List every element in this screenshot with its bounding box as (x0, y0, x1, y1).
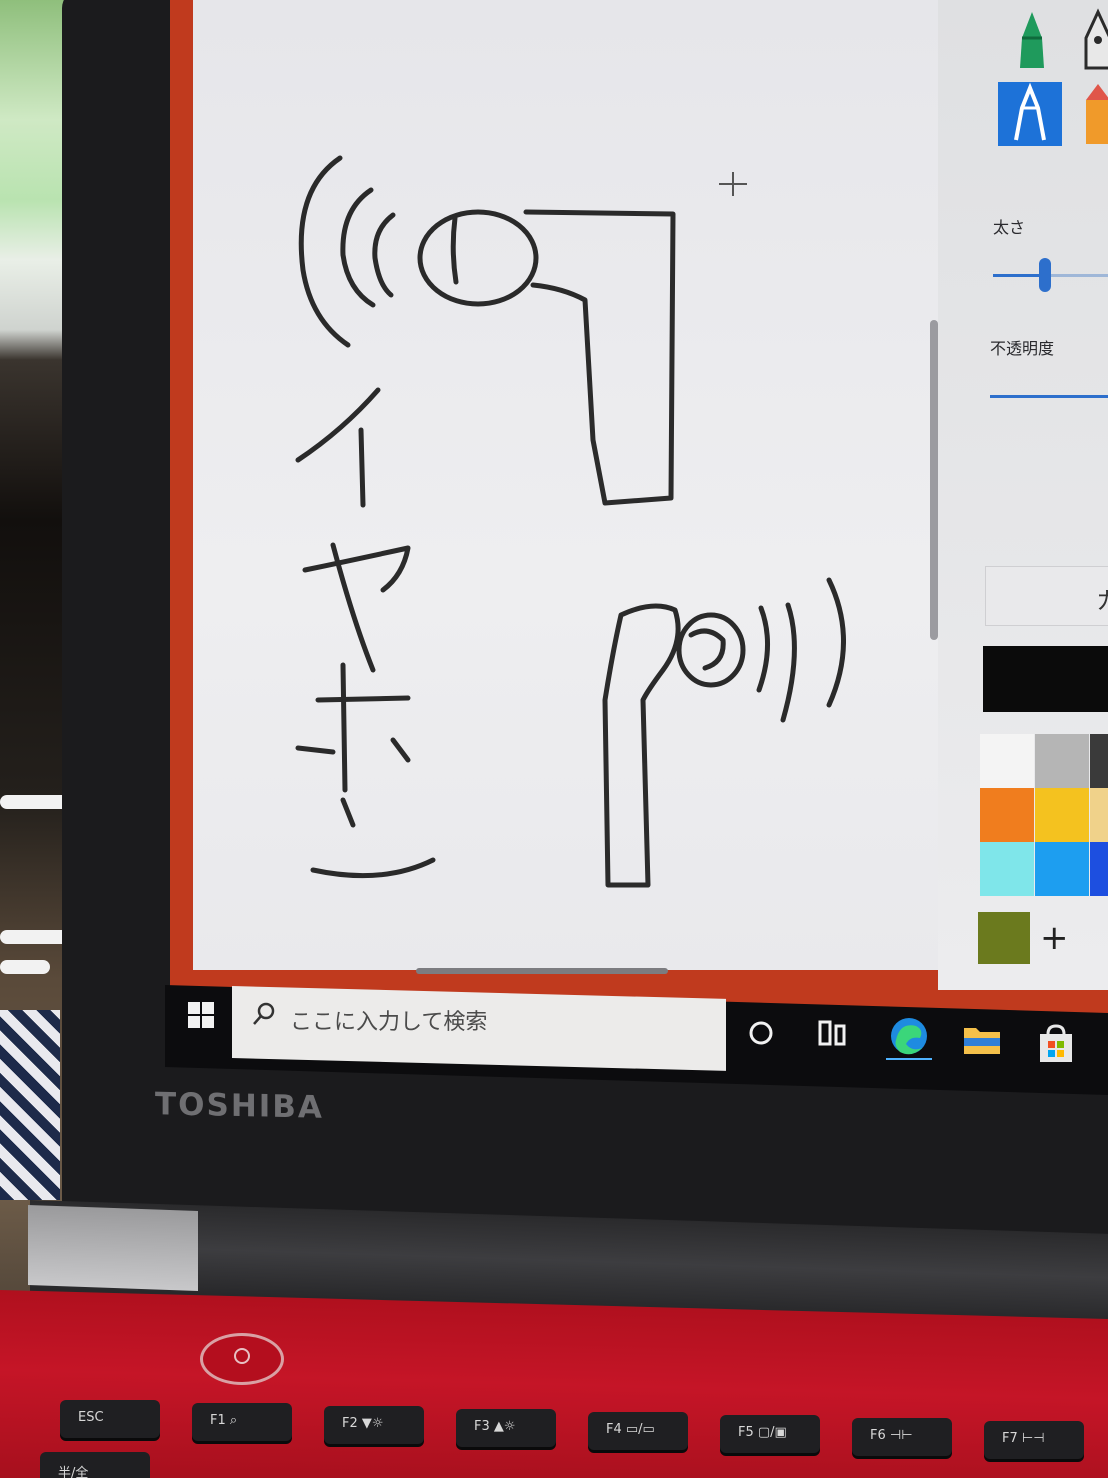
color-swatch[interactable] (980, 734, 1034, 788)
key-label: 半/全 (58, 1466, 89, 1478)
cable (0, 795, 70, 809)
pencil-icon (1014, 82, 1046, 141)
sound-wave-stroke (780, 602, 797, 723)
crayon-icon (1086, 84, 1108, 144)
color-swatch[interactable] (1090, 734, 1108, 788)
earbud-stroke (688, 628, 726, 671)
sound-wave-stroke (372, 212, 396, 298)
cortana-circle-icon[interactable] (746, 1018, 776, 1048)
key-f6[interactable]: F6 ⊣⊢ (852, 1418, 952, 1456)
edge-icon[interactable] (886, 1014, 932, 1060)
file-explorer-icon[interactable] (962, 1022, 1002, 1056)
key-hankaku-zenkaku[interactable]: 半/全 (40, 1452, 150, 1478)
sketch-svg (295, 155, 846, 888)
key-f3[interactable]: F3 ▲☼ (456, 1409, 556, 1447)
photo-scene: 太さ 不透明度 カ + ここに入力して検索 TOSHIBA (0, 0, 1108, 1478)
calligraphy-pen-tool[interactable] (1078, 8, 1108, 72)
color-swatch[interactable] (1090, 788, 1108, 842)
character-stroke (340, 797, 356, 828)
search-placeholder: ここに入力して検索 (290, 1010, 488, 1035)
color-swatch[interactable] (1035, 842, 1089, 896)
cloth (0, 1010, 60, 1200)
key-esc[interactable]: ESC (60, 1400, 160, 1438)
character-stroke (340, 662, 348, 793)
search-icon (253, 1002, 275, 1025)
sound-wave-stroke (826, 577, 846, 708)
character-stroke (295, 745, 336, 755)
sound-wave-stroke (756, 605, 770, 693)
task-view-icon[interactable] (816, 1018, 850, 1048)
color-swatch[interactable] (1035, 734, 1089, 788)
earbud-body-stroke (523, 209, 676, 506)
key-label: F5 ▢/▣ (738, 1425, 787, 1440)
crayon-tool[interactable] (1078, 82, 1108, 146)
key-label: ESC (78, 1410, 104, 1425)
store-icon[interactable] (1036, 1024, 1076, 1064)
character-stroke (358, 427, 366, 508)
character-stroke (390, 737, 411, 763)
drawing-canvas[interactable] (193, 0, 938, 970)
hinge-highlight (28, 1205, 198, 1291)
character-stroke (295, 387, 381, 463)
power-icon (234, 1348, 250, 1364)
cable (0, 930, 70, 944)
power-button[interactable] (200, 1333, 284, 1385)
key-label: F2 ▼☼ (342, 1416, 384, 1431)
add-color-button[interactable]: + (1040, 918, 1069, 958)
marker-tool[interactable] (1000, 8, 1064, 72)
windows-start-icon[interactable] (188, 1002, 214, 1028)
key-label: F7 ⊢⊣ (1002, 1431, 1045, 1446)
color-swatch[interactable] (1035, 788, 1089, 842)
color-button-label: カ (1096, 581, 1108, 616)
key-f4[interactable]: F4 ▭/▭ (588, 1412, 688, 1450)
character-stroke (330, 542, 376, 673)
key-f2[interactable]: F2 ▼☼ (324, 1406, 424, 1444)
sound-wave-stroke (340, 187, 376, 308)
calligraphy-pen-icon (1084, 8, 1108, 70)
character-stroke (310, 857, 436, 879)
color-swatch[interactable] (980, 842, 1034, 896)
color-swatch[interactable] (1090, 842, 1108, 896)
earbud-stroke (417, 209, 539, 307)
crosshair-cursor (719, 172, 747, 196)
opacity-slider[interactable] (990, 395, 1108, 398)
key-f7[interactable]: F7 ⊢⊣ (984, 1421, 1084, 1459)
selected-color-swatch (983, 646, 1108, 712)
opacity-label: 不透明度 (990, 339, 1055, 358)
vertical-scrollbar[interactable] (930, 320, 938, 640)
cable (0, 960, 50, 974)
key-label: F6 ⊣⊢ (870, 1428, 913, 1443)
key-label: F1 ⌕ (210, 1413, 238, 1428)
earbud-body-stroke (602, 603, 681, 888)
key-f1[interactable]: F1 ⌕ (192, 1403, 292, 1441)
character-stroke (302, 545, 411, 593)
pencil-tool[interactable] (998, 82, 1062, 146)
color-swatch[interactable] (980, 788, 1034, 842)
thickness-slider-thumb[interactable] (1039, 258, 1051, 292)
thickness-slider-fill (993, 274, 1045, 277)
thickness-label: 太さ (993, 218, 1026, 237)
key-label: F3 ▲☼ (474, 1419, 516, 1434)
earbud-stroke (676, 612, 746, 688)
key-label: F4 ▭/▭ (606, 1422, 655, 1437)
key-f5[interactable]: F5 ▢/▣ (720, 1415, 820, 1453)
character-stroke (315, 695, 411, 703)
earbud-stroke (450, 215, 459, 285)
color-swatch[interactable] (978, 912, 1030, 964)
horizontal-scrollbar[interactable] (416, 968, 668, 974)
color-button[interactable]: カ (985, 566, 1108, 626)
marker-icon (1020, 12, 1044, 68)
brand-logo: TOSHIBA (155, 1086, 324, 1126)
